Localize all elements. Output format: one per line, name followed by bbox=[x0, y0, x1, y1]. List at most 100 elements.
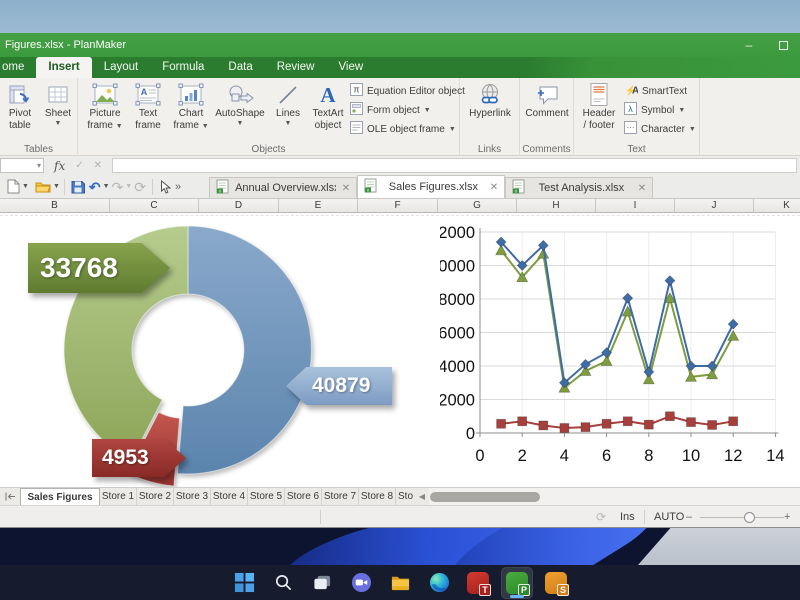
sheet-tab-store-7[interactable]: Store 7 bbox=[322, 488, 359, 505]
toolbar-overflow-button[interactable]: » bbox=[173, 177, 183, 197]
sheet-tab-store-2[interactable]: Store 2 bbox=[137, 488, 174, 505]
autoshape-button[interactable]: AutoShape ▼ bbox=[214, 81, 266, 127]
data-label-banner-green[interactable]: 33768 bbox=[28, 243, 170, 293]
sheet-tab-sto[interactable]: Sto bbox=[396, 488, 415, 505]
ribbon-tab-data[interactable]: Data bbox=[216, 57, 264, 78]
maximize-button[interactable] bbox=[766, 33, 800, 57]
undo-button[interactable]: ↶ bbox=[87, 177, 103, 197]
close-tab-icon[interactable]: ✕ bbox=[490, 182, 498, 193]
cancel-entry-icon[interactable]: ✕ bbox=[94, 160, 102, 171]
donut-slice-blue[interactable] bbox=[176, 225, 312, 475]
formula-input[interactable] bbox=[112, 158, 797, 173]
taskbar-chat-icon[interactable] bbox=[346, 568, 376, 598]
sheet-tab-store-5[interactable]: Store 5 bbox=[248, 488, 285, 505]
pivot-table-button[interactable]: Pivot table bbox=[1, 81, 39, 132]
sheet-tab-store-1[interactable]: Store 1 bbox=[100, 488, 137, 505]
document-tab-test-analysis-xlsx[interactable]: x Test Analysis.xlsx ✕ bbox=[505, 177, 654, 198]
sheet-tab-store-3[interactable]: Store 3 bbox=[174, 488, 211, 505]
insert-mode-indicator[interactable]: Ins bbox=[620, 506, 635, 528]
marker-blue-diamonds[interactable] bbox=[622, 292, 634, 304]
smarttext-button[interactable]: ⚡ A SmartText bbox=[624, 82, 687, 100]
status-recalc-icon[interactable]: ⟳ bbox=[596, 506, 606, 528]
document-tab-annual-overview-xlsx[interactable]: x Annual Overview.xlsx ✕ bbox=[209, 177, 358, 198]
taskbar-search-icon[interactable] bbox=[268, 568, 298, 598]
data-label-banner-blue[interactable]: 40879 bbox=[286, 367, 392, 405]
column-header-D[interactable]: D bbox=[199, 199, 279, 212]
taskbar-presentations-icon[interactable]: S bbox=[541, 568, 571, 598]
marker-red-squares[interactable] bbox=[580, 422, 591, 432]
redo-button[interactable]: ↷ bbox=[110, 177, 126, 197]
sheet-tabs-pin-icon[interactable] bbox=[0, 488, 20, 505]
taskbar-start-icon[interactable] bbox=[229, 568, 259, 598]
ribbon-tab-layout[interactable]: Layout bbox=[92, 57, 151, 78]
marker-red-squares[interactable] bbox=[665, 411, 675, 422]
marker-red-squares[interactable] bbox=[686, 417, 696, 427]
column-header-B[interactable]: B bbox=[0, 199, 110, 212]
symbol-button[interactable]: λ Symbol ▼ bbox=[624, 101, 685, 119]
line-series-red-squares[interactable] bbox=[500, 415, 734, 430]
ribbon-tab-review[interactable]: Review bbox=[265, 57, 327, 78]
ribbon-tab-formula[interactable]: Formula bbox=[150, 57, 216, 78]
marker-blue-diamonds[interactable] bbox=[727, 318, 739, 330]
title-bar[interactable]: Figures.xlsx - PlanMaker – bbox=[0, 33, 800, 57]
marker-red-squares[interactable] bbox=[707, 420, 717, 430]
line-chart[interactable]: 0 2000 4000 6000 8000 10000 12000 0 2 4 6 8 10 12 14 bbox=[440, 214, 800, 487]
close-tab-icon[interactable]: ✕ bbox=[342, 183, 350, 194]
ribbon-tab-ome[interactable]: ome bbox=[0, 57, 36, 78]
character-button[interactable]: ··· Character ▼ bbox=[624, 120, 696, 138]
column-header-I[interactable]: I bbox=[596, 199, 675, 212]
save-button[interactable] bbox=[69, 177, 87, 197]
column-header-G[interactable]: G bbox=[438, 199, 517, 212]
recalculate-button[interactable]: ⟳ bbox=[132, 177, 148, 197]
function-wizard-icon[interactable]: fx bbox=[54, 159, 65, 173]
ribbon-tab-insert[interactable]: Insert bbox=[36, 57, 92, 78]
auto-indicator[interactable]: AUTO bbox=[654, 506, 684, 528]
zoom-out-button[interactable]: – bbox=[686, 506, 692, 528]
horizontal-scrollbar[interactable] bbox=[429, 488, 800, 505]
zoom-slider-knob[interactable] bbox=[744, 512, 755, 523]
taskbar-edge-icon[interactable] bbox=[424, 568, 454, 598]
sheet-tab-sales-figures[interactable]: Sales Figures bbox=[20, 488, 100, 505]
sheet-button[interactable]: Sheet ▼ bbox=[40, 81, 76, 127]
name-box[interactable]: ▾ bbox=[0, 158, 44, 173]
column-header-H[interactable]: H bbox=[517, 199, 596, 212]
data-label-banner-red[interactable]: 4953 bbox=[92, 439, 186, 477]
sheet-tab-store-4[interactable]: Store 4 bbox=[211, 488, 248, 505]
column-header-C[interactable]: C bbox=[110, 199, 199, 212]
column-header-E[interactable]: E bbox=[279, 199, 358, 212]
marker-red-squares[interactable] bbox=[517, 416, 528, 427]
sheet-tab-scroll-left-icon[interactable]: ◀ bbox=[415, 488, 429, 505]
column-header-K[interactable]: K bbox=[754, 199, 800, 212]
confirm-entry-icon[interactable]: ✓ bbox=[75, 160, 83, 171]
equation-editor-button[interactable]: π Equation Editor object bbox=[350, 82, 465, 100]
open-document-button[interactable] bbox=[33, 177, 53, 197]
textart-button[interactable]: A TextArt object bbox=[308, 81, 348, 132]
lines-button[interactable]: Lines ▼ bbox=[268, 81, 308, 127]
ribbon-tab-view[interactable]: View bbox=[326, 57, 375, 78]
dropdown-arrow-icon[interactable]: ▼ bbox=[22, 183, 29, 190]
new-document-button[interactable] bbox=[5, 177, 22, 197]
marker-red-squares[interactable] bbox=[622, 416, 633, 427]
taskbar-planmaker-icon[interactable]: P bbox=[501, 566, 533, 599]
horizontal-scrollbar-thumb[interactable] bbox=[430, 491, 540, 502]
marker-red-squares[interactable] bbox=[538, 420, 549, 431]
ole-object-frame-button[interactable]: OLE object frame ▼ bbox=[350, 120, 456, 138]
sheet-tab-store-8[interactable]: Store 8 bbox=[359, 488, 396, 505]
taskbar-file-explorer-icon[interactable] bbox=[385, 568, 415, 598]
column-header-F[interactable]: F bbox=[358, 199, 438, 212]
document-tab-sales-figures-xlsx[interactable]: x Sales Figures.xlsx ✕ bbox=[357, 175, 506, 198]
hyperlink-button[interactable]: Hyperlink bbox=[466, 81, 514, 120]
marker-red-squares[interactable] bbox=[559, 423, 570, 433]
minimize-button[interactable]: – bbox=[732, 33, 766, 57]
comment-button[interactable]: Comment bbox=[523, 81, 571, 120]
picture-frame-button[interactable]: Picture frame ▼ bbox=[83, 81, 127, 132]
zoom-in-button[interactable]: + bbox=[784, 506, 790, 528]
object-mode-pointer-button[interactable] bbox=[157, 177, 173, 197]
chart-frame-button[interactable]: Chart frame ▼ bbox=[169, 81, 213, 132]
line-series-green-triangles[interactable] bbox=[500, 249, 735, 390]
close-tab-icon[interactable]: ✕ bbox=[638, 183, 646, 194]
form-object-button[interactable]: Form object ▼ bbox=[350, 101, 431, 119]
marker-red-squares[interactable] bbox=[643, 419, 654, 430]
spreadsheet-area[interactable]: 0 2000 4000 6000 8000 10000 12000 0 2 4 6 8 10 12 14 3… bbox=[0, 214, 800, 487]
marker-blue-diamonds[interactable] bbox=[664, 275, 676, 287]
